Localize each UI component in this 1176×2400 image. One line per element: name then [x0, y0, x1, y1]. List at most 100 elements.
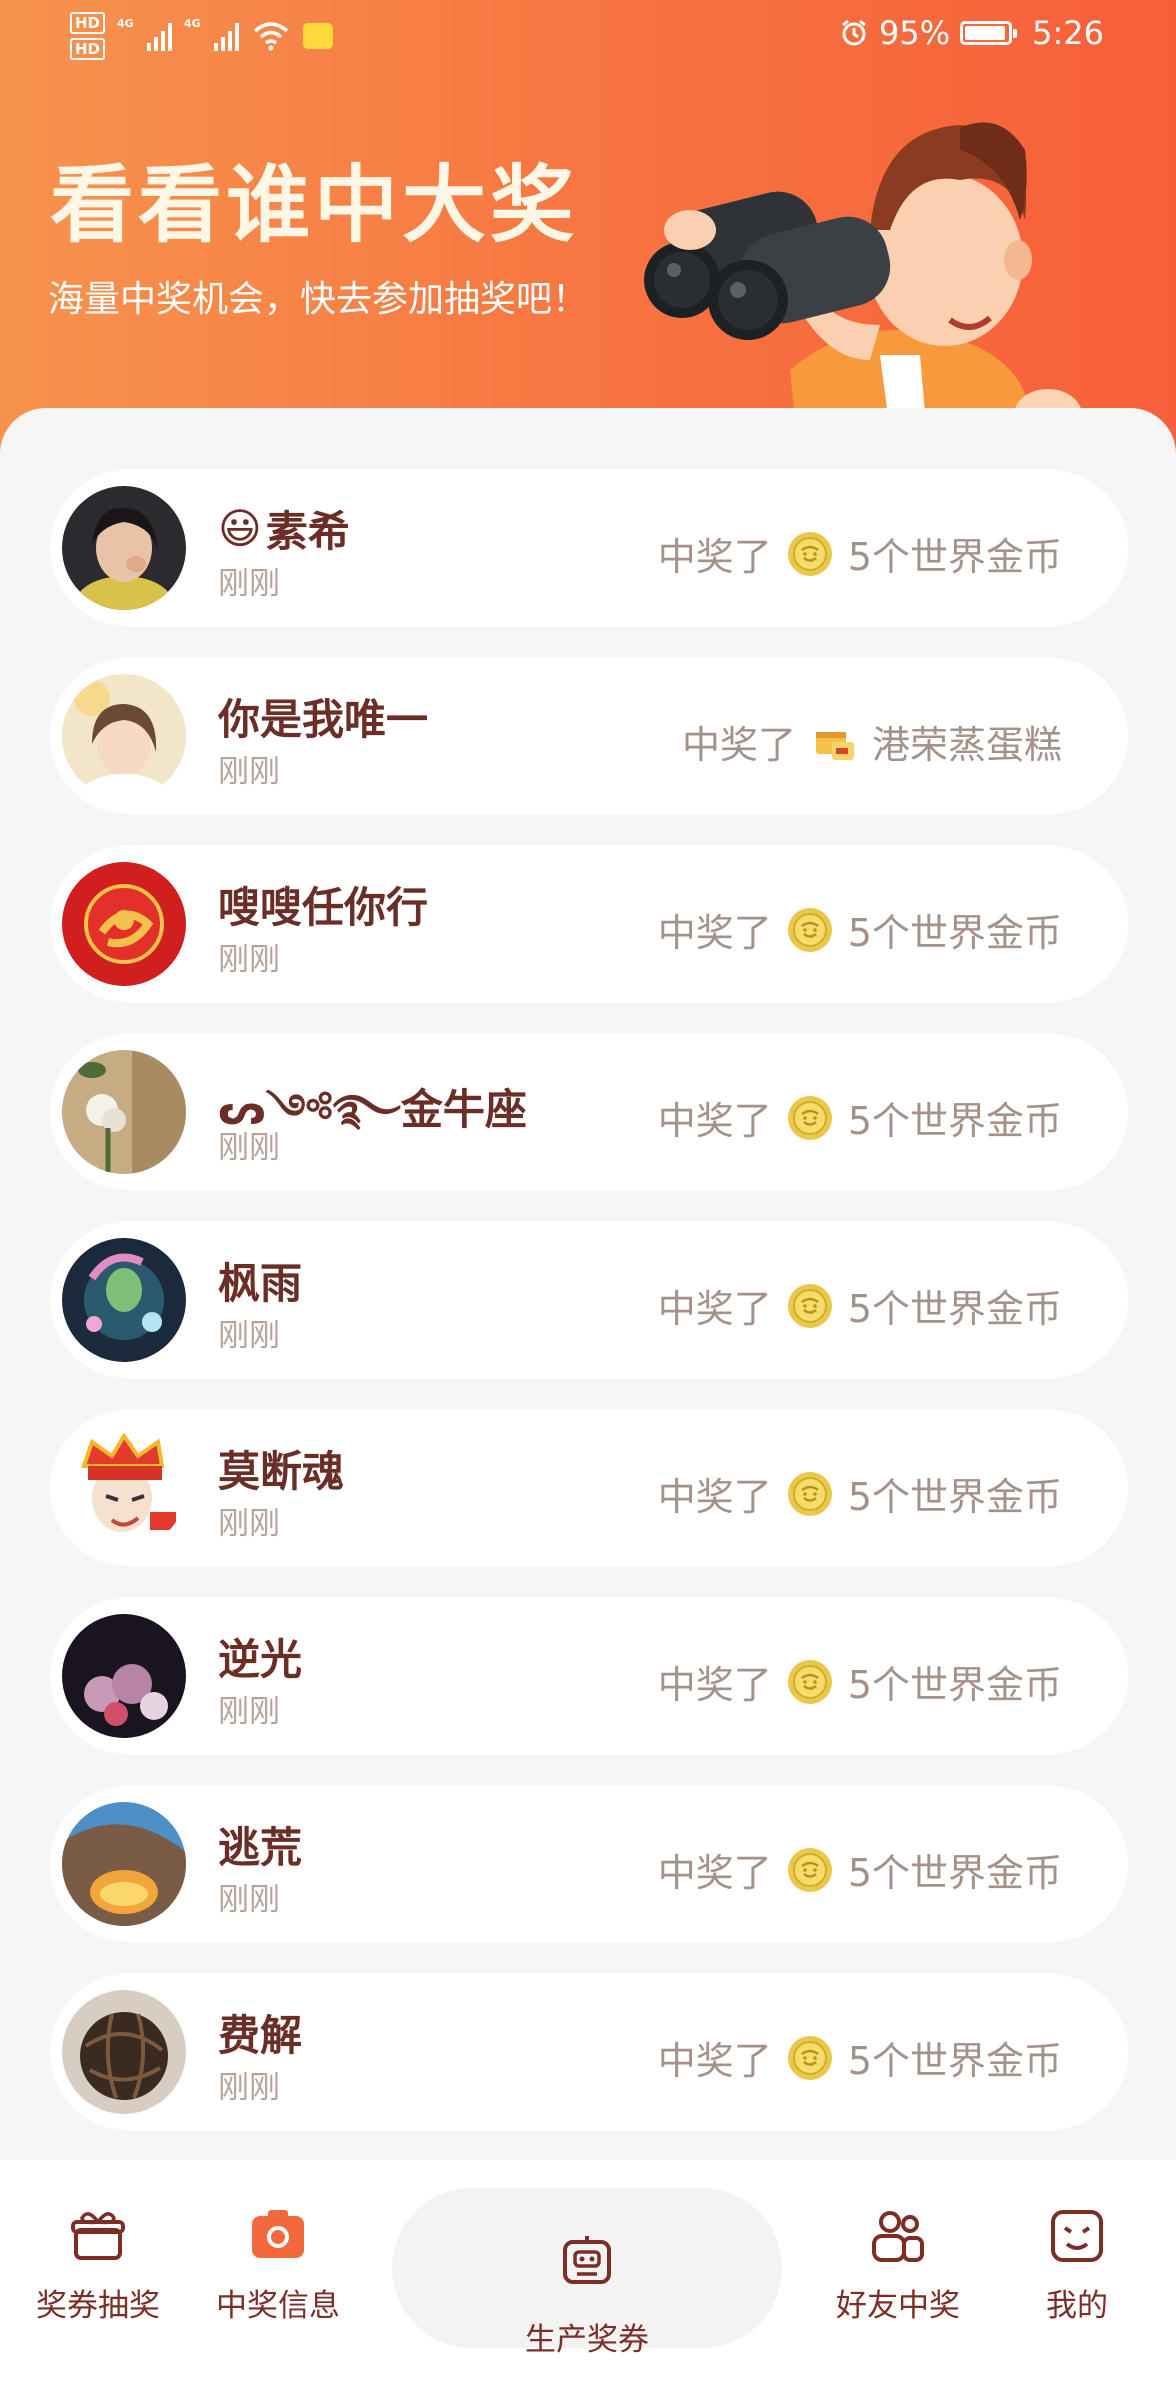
winner-time: 刚刚 [218, 1694, 280, 1730]
coin-icon [786, 1846, 834, 1894]
avatar[interactable] [62, 674, 186, 798]
tab-win-info[interactable]: 中奖信息 [188, 2206, 368, 2325]
prize-name: 5个世界金币 [847, 1099, 1062, 1143]
winner-name: 😃 素希 [218, 504, 350, 556]
prize-name: 5个世界金币 [847, 2039, 1062, 2083]
win-prefix: 中奖了 [657, 1851, 772, 1895]
wifi-icon [253, 22, 289, 51]
hd-indicator: HD HD [70, 12, 106, 60]
avatar[interactable] [62, 486, 186, 610]
winner-name: 嗖嗖任你行 [218, 883, 429, 932]
prize-info: 中奖了 5个世界金币 [658, 1466, 1062, 1521]
coin-icon [786, 2034, 834, 2082]
winner-row[interactable]: 嗖嗖任你行 刚刚 中奖了 5个世界金币 [50, 846, 1128, 1002]
prize-info: 中奖了 5个世界金币 [658, 526, 1062, 581]
tab-lottery[interactable]: 奖券抽奖 [8, 2206, 188, 2325]
avatar[interactable] [62, 1990, 186, 2114]
winner-name: 费解 [218, 2011, 303, 2060]
coin-icon [786, 906, 834, 954]
coin-icon [786, 530, 834, 578]
winner-time: 刚刚 [218, 1506, 280, 1542]
win-prefix: 中奖了 [657, 1287, 772, 1331]
winner-time: 刚刚 [218, 566, 280, 602]
prize-info: 中奖了 5个世界金币 [658, 2030, 1062, 2085]
tab-label: 奖券抽奖 [36, 2288, 160, 2324]
prize-info: 中奖了 5个世界金币 [658, 902, 1062, 957]
winner-name: 你是我唯一 [218, 695, 429, 744]
gift-box-icon [71, 2212, 125, 2260]
prize-name: 5个世界金币 [847, 1287, 1062, 1331]
avatar[interactable] [62, 1238, 186, 1362]
win-prefix: 中奖了 [657, 1663, 772, 1707]
winner-row[interactable]: 你是我唯一 刚刚 中奖了 港荣蒸蛋糕 [50, 658, 1128, 814]
tab-label: 生产奖券 [525, 2322, 649, 2358]
win-prefix: 中奖了 [657, 911, 772, 955]
prize-name: 5个世界金币 [847, 535, 1062, 579]
win-prefix: 中奖了 [681, 723, 796, 767]
friends-icon [872, 2211, 924, 2262]
hd1-badge: HD [70, 12, 106, 34]
winner-time: 刚刚 [218, 1882, 280, 1918]
avatar[interactable] [62, 862, 186, 986]
clock: 5:26 [1032, 14, 1104, 52]
tab-mine[interactable]: 我的 [987, 2206, 1167, 2325]
winner-row[interactable]: 逆光 刚刚 中奖了 5个世界金币 [50, 1598, 1128, 1754]
avatar[interactable] [62, 1426, 186, 1550]
prize-name: 港荣蒸蛋糕 [871, 723, 1062, 767]
page-subtitle: 海量中奖机会，快去参加抽奖吧！ [48, 279, 589, 320]
winner-name: 逃荒 [218, 1823, 303, 1872]
emoji-smile-icon: 😃 [218, 504, 262, 553]
prize-info: 中奖了 5个世界金币 [658, 1842, 1062, 1897]
prize-info: 中奖了 5个世界金币 [658, 1278, 1062, 1333]
winner-row[interactable]: 费解 刚刚 中奖了 5个世界金币 [50, 1974, 1128, 2130]
coin-icon [786, 1094, 834, 1142]
prize-info: 中奖了 5个世界金币 [658, 1090, 1062, 1145]
prize-info: 中奖了 港荣蒸蛋糕 [682, 714, 1062, 769]
win-prefix: 中奖了 [657, 2039, 772, 2083]
tab-produce-ticket[interactable]: 生产奖券 [392, 2188, 782, 2358]
winner-time: 刚刚 [218, 2070, 280, 2106]
coin-icon [786, 1658, 834, 1706]
prize-info: 中奖了 5个世界金币 [658, 1654, 1062, 1709]
robot-icon [563, 2236, 611, 2284]
winner-row[interactable]: 枫雨 刚刚 中奖了 5个世界金币 [50, 1222, 1128, 1378]
winner-name: 莫断魂 [218, 1447, 345, 1496]
prize-name: 5个世界金币 [847, 1851, 1062, 1895]
header-banner: HD HD 4G 4G 95% 5:26 看看谁中大奖 海量中奖机会，快去参加抽… [0, 0, 1176, 470]
network-type: 4G [117, 17, 134, 30]
battery-percent: 95% [879, 14, 951, 52]
coin-icon [786, 1282, 834, 1330]
prize-name: 5个世界金币 [847, 1663, 1062, 1707]
tab-label: 我的 [1046, 2288, 1108, 2324]
winner-time: 刚刚 [218, 1318, 280, 1354]
message-notification-icon [303, 23, 334, 49]
winner-row[interactable]: 😃 素希 刚刚 中奖了 5个世界金币 [50, 470, 1128, 626]
hd2-badge: HD [70, 38, 106, 60]
prize-name: 5个世界金币 [847, 1475, 1062, 1519]
coin-icon [786, 1470, 834, 1518]
network-type-2: 4G [184, 17, 201, 30]
alarm-icon [842, 19, 866, 46]
winner-time: 刚刚 [218, 754, 280, 790]
page-title: 看看谁中大奖 [50, 156, 579, 254]
winner-time: 刚刚 [218, 942, 280, 978]
tab-friends-win[interactable]: 好友中奖 [808, 2206, 988, 2325]
winner-row[interactable]: ᔕ༺࿐金牛座 刚刚 中奖了 5个世界金币 [50, 1034, 1128, 1190]
avatar[interactable] [62, 1050, 186, 1174]
winner-name: 逆光 [218, 1635, 303, 1684]
winner-name: 枫雨 [218, 1259, 303, 1308]
bottom-tab-bar: 奖券抽奖 中奖信息 生产奖券 好友中奖 我的 [0, 2160, 1176, 2400]
signal-icon: 4G [117, 17, 173, 51]
smile-face-icon [1051, 2210, 1103, 2262]
avatar[interactable] [62, 1802, 186, 1926]
winner-row[interactable]: 逃荒 刚刚 中奖了 5个世界金币 [50, 1786, 1128, 1942]
winner-time: 刚刚 [218, 1130, 280, 1166]
tab-label: 中奖信息 [216, 2288, 340, 2324]
winners-list[interactable]: 😃 素希 刚刚 中奖了 5个世界金币 你是我唯一 刚刚 中奖了 港荣蒸蛋糕 嗖嗖任… [0, 408, 1176, 2160]
win-prefix: 中奖了 [657, 1475, 772, 1519]
winner-row[interactable]: 莫断魂 刚刚 中奖了 5个世界金币 [50, 1410, 1128, 1566]
avatar[interactable] [62, 1614, 186, 1738]
status-bar: HD HD 4G 4G 95% 5:26 [0, 0, 1176, 72]
signal-icon-2: 4G [184, 17, 240, 51]
tab-label: 好友中奖 [836, 2288, 960, 2324]
